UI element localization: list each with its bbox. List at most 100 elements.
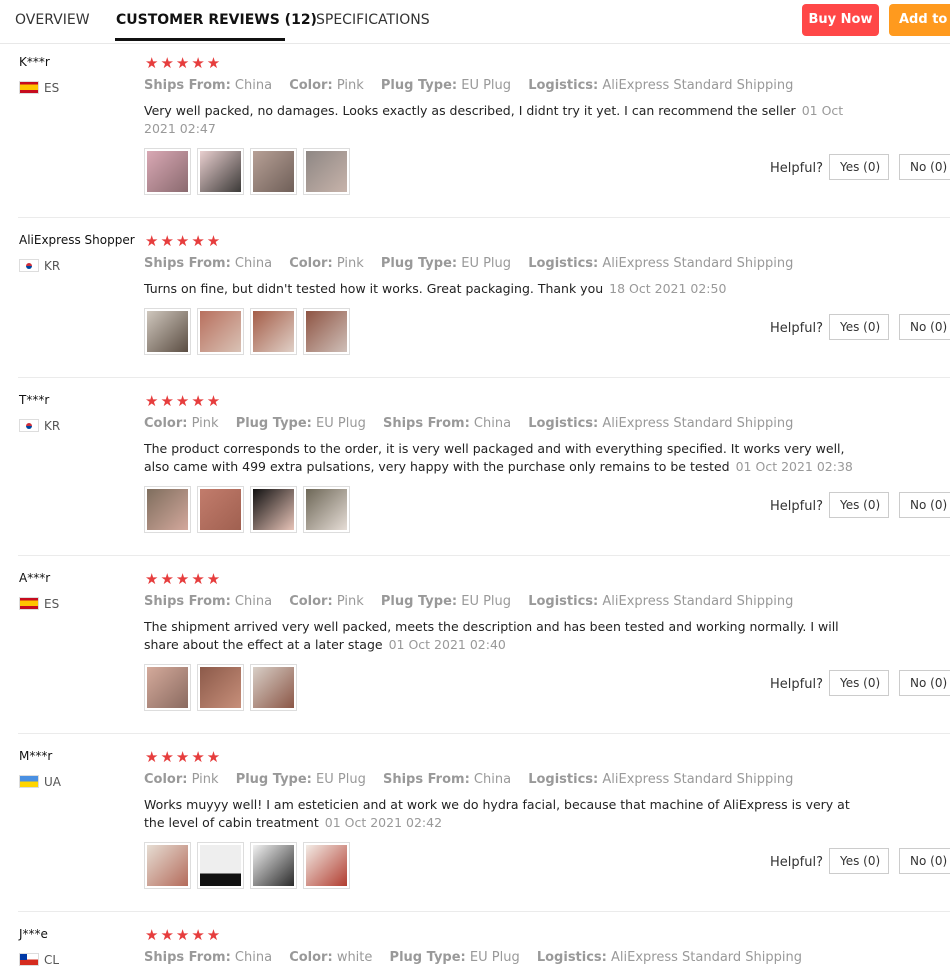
review-photo[interactable] — [303, 308, 350, 355]
attr-value: EU Plug — [469, 950, 520, 965]
country-code: ES — [44, 81, 60, 95]
rating-stars: ★★★★★ — [145, 392, 223, 410]
review-date: 01 Oct 2021 02:38 — [735, 459, 853, 474]
attr-key: Ships From: — [144, 256, 231, 271]
review-attributes: Ships From: China Color: Pink Plug Type:… — [144, 256, 806, 271]
attr-key: Logistics: — [528, 772, 599, 787]
reviewer-country: KR — [19, 259, 60, 273]
helpful-label: Helpful? — [770, 855, 823, 870]
flag-cl-icon — [19, 953, 39, 966]
attr-value: AliExpress Standard Shipping — [602, 772, 794, 787]
review-text: Works muyyy well! I am esteticien and at… — [144, 796, 859, 832]
helpful-label: Helpful? — [770, 161, 823, 176]
attr-value: China — [234, 950, 273, 965]
review-photo[interactable] — [303, 148, 350, 195]
helpful-no-button[interactable]: No (0) — [899, 314, 950, 340]
attr-value: Pink — [336, 78, 364, 93]
review-item: K***r ES ★★★★★ Ships From: China Color: … — [0, 43, 950, 218]
helpful-yes-button[interactable]: Yes (0) — [829, 154, 889, 180]
attr-value: EU Plug — [461, 78, 512, 93]
attr-value: Pink — [191, 416, 219, 431]
review-photo[interactable] — [250, 486, 297, 533]
attr-value: China — [234, 594, 273, 609]
attr-key: Plug Type: — [380, 594, 458, 609]
attr-key: Color: — [144, 416, 188, 431]
attr-key: Color: — [289, 78, 333, 93]
tab-customer-reviews[interactable]: CUSTOMER REVIEWS (12) — [116, 12, 317, 28]
country-code: UA — [44, 775, 61, 789]
helpful-yes-button[interactable]: Yes (0) — [829, 492, 889, 518]
attr-key: Plug Type: — [235, 416, 312, 431]
rating-stars: ★★★★★ — [145, 926, 223, 944]
attr-value: EU Plug — [316, 772, 366, 787]
review-photo[interactable] — [250, 842, 297, 889]
helpful-yes-button[interactable]: Yes (0) — [829, 670, 889, 696]
reviewer-country: KR — [19, 419, 60, 433]
review-photo[interactable] — [250, 308, 297, 355]
review-text: The shipment arrived very well packed, m… — [144, 618, 859, 654]
review-item: T***r KR ★★★★★ Color: Pink Plug Type: EU… — [0, 378, 950, 556]
reviewer-country: ES — [19, 597, 59, 611]
review-photo[interactable] — [303, 486, 350, 533]
country-code: KR — [44, 419, 61, 433]
review-photo[interactable] — [303, 842, 350, 889]
helpful-yes-button[interactable]: Yes (0) — [829, 848, 889, 874]
review-text: The product corresponds to the order, it… — [144, 440, 859, 476]
review-photo[interactable] — [144, 842, 191, 889]
review-item: AliExpress Shopper KR ★★★★★ Ships From: … — [0, 218, 950, 378]
helpful-yes-button[interactable]: Yes (0) — [829, 314, 889, 340]
helpful-no-button[interactable]: No (0) — [899, 848, 950, 874]
attr-value: China — [473, 416, 512, 431]
attr-value: EU Plug — [461, 256, 512, 271]
helpful-no-button[interactable]: No (0) — [899, 670, 950, 696]
review-photo[interactable] — [197, 842, 244, 889]
attr-value: Pink — [191, 772, 219, 787]
attr-value: Pink — [336, 256, 364, 271]
review-photo[interactable] — [197, 308, 244, 355]
helpful-no-button[interactable]: No (0) — [899, 492, 950, 518]
review-photo[interactable] — [250, 664, 297, 711]
attr-key: Ships From: — [144, 78, 231, 93]
review-photo[interactable] — [197, 486, 244, 533]
attr-key: Ships From: — [144, 594, 231, 609]
reviewer-country: CL — [19, 953, 59, 967]
helpful-label: Helpful? — [770, 321, 823, 336]
review-attributes: Ships From: China Color: Pink Plug Type:… — [144, 78, 806, 93]
active-tab-indicator — [115, 38, 285, 41]
review-photo[interactable] — [144, 148, 191, 195]
flag-es-icon — [19, 597, 39, 610]
review-attributes: Ships From: China Color: Pink Plug Type:… — [144, 594, 806, 609]
review-photo[interactable] — [197, 664, 244, 711]
flag-ua-icon — [19, 775, 39, 788]
review-item: A***r ES ★★★★★ Ships From: China Color: … — [0, 556, 950, 734]
attr-key: Ships From: — [382, 416, 470, 431]
reviewer-country: UA — [19, 775, 61, 789]
review-photo[interactable] — [144, 486, 191, 533]
rating-stars: ★★★★★ — [145, 748, 223, 766]
review-attributes: Color: Pink Plug Type: EU Plug Ships Fro… — [144, 772, 806, 787]
tab-overview[interactable]: OVERVIEW — [15, 12, 90, 28]
rating-stars: ★★★★★ — [145, 232, 223, 250]
flag-kr-icon — [19, 419, 39, 432]
tab-specifications[interactable]: SPECIFICATIONS — [316, 12, 430, 28]
attr-key: Logistics: — [528, 256, 599, 271]
attr-key: Plug Type: — [235, 772, 312, 787]
country-code: KR — [44, 259, 61, 273]
attr-value: China — [234, 256, 273, 271]
attr-key: Plug Type: — [380, 78, 458, 93]
review-photo[interactable] — [197, 148, 244, 195]
review-photo[interactable] — [144, 664, 191, 711]
review-photo[interactable] — [250, 148, 297, 195]
review-attributes: Color: Pink Plug Type: EU Plug Ships Fro… — [144, 416, 806, 431]
product-detail-tabs: OVERVIEW CUSTOMER REVIEWS (12) SPECIFICA… — [0, 0, 950, 44]
reviewer-name: T***r — [19, 393, 50, 407]
reviewer-name: M***r — [19, 749, 53, 763]
attr-key: Color: — [289, 256, 333, 271]
attr-value: China — [473, 772, 512, 787]
reviewer-country: ES — [19, 81, 59, 95]
review-photo[interactable] — [144, 308, 191, 355]
buy-now-button[interactable]: Buy Now — [802, 4, 879, 36]
review-attributes: Ships From: China Color: white Plug Type… — [144, 950, 815, 965]
helpful-no-button[interactable]: No (0) — [899, 154, 950, 180]
add-to-cart-button[interactable]: Add to C — [889, 4, 950, 36]
